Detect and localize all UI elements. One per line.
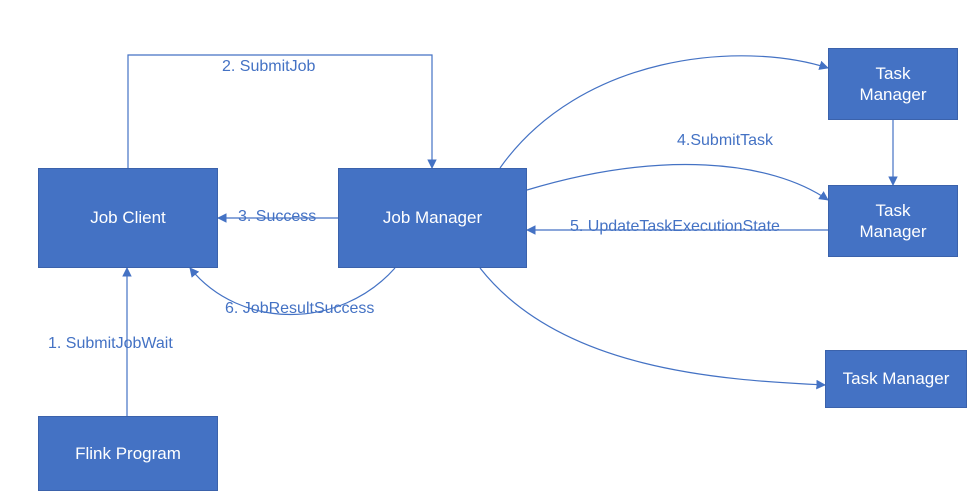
edge-submittask-top bbox=[500, 56, 828, 168]
label-jobresultsuccess: 6. JobResultSuccess bbox=[225, 300, 374, 318]
node-label: Task Manager bbox=[859, 63, 926, 106]
node-label: Job Manager bbox=[383, 207, 482, 228]
node-job-manager: Job Manager bbox=[338, 168, 527, 268]
node-label: Job Client bbox=[90, 207, 166, 228]
label-success: 3. Success bbox=[238, 208, 316, 226]
node-label: Task Manager bbox=[859, 200, 926, 243]
node-task-manager-top: Task Manager bbox=[828, 48, 958, 120]
node-label: Flink Program bbox=[75, 443, 181, 464]
node-flink-program: Flink Program bbox=[38, 416, 218, 491]
label-submitjob: 2. SubmitJob bbox=[222, 58, 315, 76]
label-submittask: 4.SubmitTask bbox=[677, 132, 773, 150]
node-task-manager-mid: Task Manager bbox=[828, 185, 958, 257]
edge-submittask-bot bbox=[480, 268, 825, 385]
edge-submittask-mid bbox=[527, 165, 828, 200]
label-updatetaskexecutionstate: 5. UpdateTaskExecutionState bbox=[570, 218, 780, 236]
node-label: Task Manager bbox=[843, 368, 950, 389]
label-submitjobwait: 1. SubmitJobWait bbox=[48, 335, 173, 353]
node-task-manager-bot: Task Manager bbox=[825, 350, 967, 408]
node-job-client: Job Client bbox=[38, 168, 218, 268]
